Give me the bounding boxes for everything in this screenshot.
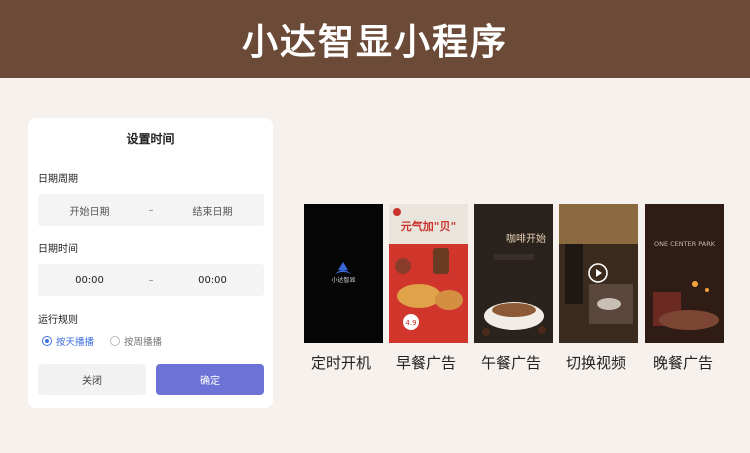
- radio-selected-icon: [42, 336, 52, 346]
- preview-label-dinner: 晚餐广告: [652, 354, 713, 372]
- run-rule-label: 运行规则: [38, 315, 78, 326]
- dinner-ad-art: ONE CENTER PARK: [645, 204, 724, 343]
- power-on-screen-art: 小达智显: [304, 204, 383, 343]
- power-on-logo-text: 小达智显: [331, 276, 355, 284]
- preview-breakfast-ad: 元气加"贝" 4.9: [389, 204, 468, 343]
- confirm-button[interactable]: 确定: [156, 364, 264, 395]
- end-date-input[interactable]: 结束日期: [161, 203, 264, 218]
- preview-label-breakfast: 早餐广告: [395, 354, 456, 372]
- preview-dinner-ad: ONE CENTER PARK: [645, 204, 724, 343]
- play-icon[interactable]: [588, 263, 608, 283]
- radio-daily-label: 按天播播: [56, 337, 95, 348]
- set-time-dialog: 设置时间 日期周期 开始日期 – 结束日期 日期时间 00:00 – 00:00…: [28, 118, 273, 408]
- date-period-label: 日期周期: [38, 174, 78, 185]
- preview-label-lunch: 午餐广告: [480, 354, 541, 372]
- preview-label-video: 切换视频: [565, 354, 626, 372]
- end-time-input[interactable]: 00:00: [161, 275, 264, 286]
- lunch-headline: 咖啡开始: [506, 232, 546, 245]
- dinner-headline: ONE CENTER PARK: [654, 240, 716, 248]
- lunch-ad-art: 咖啡开始: [474, 204, 553, 343]
- radio-daily[interactable]: 按天播播: [42, 334, 94, 348]
- page-title: 小达智显小程序: [241, 22, 508, 63]
- radio-weekly[interactable]: 按周播播: [110, 334, 162, 348]
- preview-switch-video: [559, 204, 638, 343]
- date-range-field: 开始日期 – 结束日期: [38, 194, 264, 226]
- range-separator: –: [148, 204, 154, 216]
- preview-label-power-on: 定时开机: [310, 354, 371, 372]
- breakfast-ad-art: 元气加"贝" 4.9: [389, 204, 468, 343]
- radio-weekly-label: 按周播播: [124, 337, 163, 348]
- dialog-title: 设置时间: [126, 132, 175, 146]
- breakfast-price: 4.9: [405, 319, 416, 327]
- preview-power-on: 小达智显: [304, 204, 383, 343]
- time-range-separator: –: [148, 274, 154, 286]
- close-button[interactable]: 关闭: [38, 364, 146, 395]
- start-time-input[interactable]: 00:00: [38, 275, 141, 286]
- header-banner: 小达智显小程序: [0, 0, 750, 78]
- preview-lunch-ad: 咖啡开始: [474, 204, 553, 343]
- run-rule-options: 按天播播 按周播播: [42, 334, 178, 348]
- start-date-input[interactable]: 开始日期: [38, 203, 141, 218]
- date-time-label: 日期时间: [38, 244, 78, 255]
- time-range-field: 00:00 – 00:00: [38, 264, 264, 296]
- radio-unselected-icon: [110, 336, 121, 346]
- breakfast-headline: 元气加"贝": [401, 219, 456, 233]
